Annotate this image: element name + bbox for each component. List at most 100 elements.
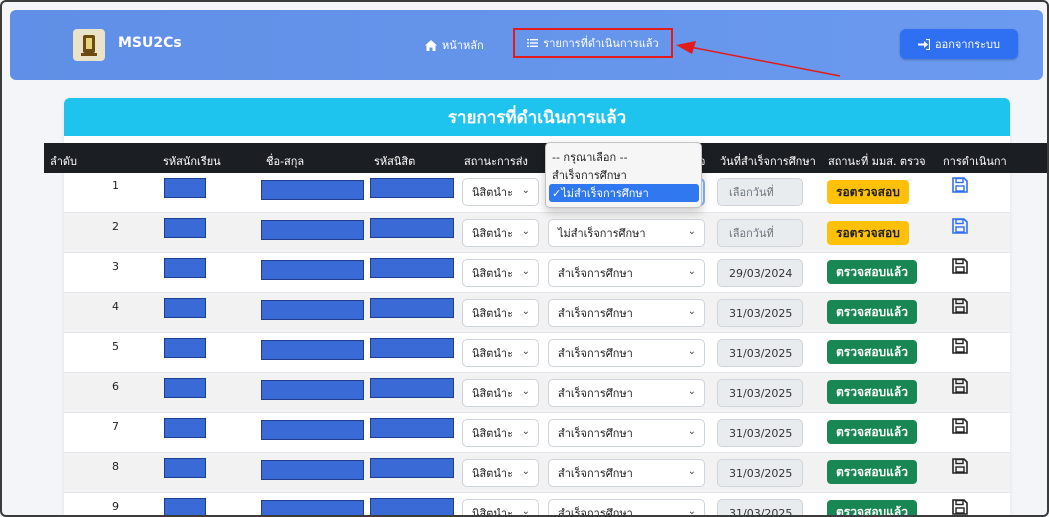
- redacted-university-id: [370, 418, 454, 438]
- redacted-fullname: [261, 460, 364, 480]
- redacted-student-id: [164, 218, 206, 238]
- redacted-fullname: [261, 420, 364, 440]
- row-index: 8: [112, 460, 119, 473]
- status-badge: ตรวจสอบแล้ว: [827, 380, 917, 404]
- result-select[interactable]: สำเร็จการศึกษา ⌄: [548, 379, 705, 407]
- row-index: 5: [112, 340, 119, 353]
- floppy-disk-icon[interactable]: [952, 378, 968, 394]
- redacted-student-id: [164, 258, 206, 278]
- col-header-send-status: สถานะการส่ง: [464, 155, 528, 168]
- send-status-select[interactable]: นิสิตนำะ ⌄: [462, 459, 539, 487]
- chevron-down-icon: ⌄: [521, 426, 530, 437]
- card-title: รายการที่ดำเนินการแล้ว: [64, 98, 1010, 136]
- chevron-down-icon: ⌄: [521, 185, 530, 196]
- dropdown-option-placeholder[interactable]: -- กรุณาเลือก --: [552, 148, 628, 166]
- result-select[interactable]: ไม่สำเร็จการศึกษา ⌄: [548, 219, 705, 247]
- chevron-down-icon: ⌄: [687, 226, 696, 237]
- result-value: สำเร็จการศึกษา: [558, 427, 633, 440]
- status-badge: รอตรวจสอบ: [827, 180, 909, 204]
- dropdown-option-label: ไม่สำเร็จการศึกษา: [561, 187, 649, 200]
- floppy-disk-icon[interactable]: [952, 298, 968, 314]
- redacted-university-id: [370, 258, 454, 278]
- send-status-value: นิสิตนำะ: [472, 227, 513, 240]
- redacted-fullname: [261, 340, 364, 360]
- dropdown-option-graduated[interactable]: สำเร็จการศึกษา: [552, 166, 627, 184]
- graduation-date-input[interactable]: 31/03/2025: [717, 419, 803, 447]
- chevron-down-icon: ⌄: [687, 386, 696, 397]
- chevron-down-icon: ⌄: [687, 306, 696, 317]
- result-select[interactable]: สำเร็จการศึกษา ⌄: [548, 299, 705, 327]
- send-status-select[interactable]: นิสิตนำะ ⌄: [462, 419, 539, 447]
- brand-name[interactable]: MSU2Cs: [118, 35, 182, 51]
- logout-icon: [918, 38, 931, 50]
- floppy-disk-icon[interactable]: [952, 338, 968, 354]
- status-badge: ตรวจสอบแล้ว: [827, 300, 917, 324]
- graduation-date-input[interactable]: เลือกวันที่: [717, 219, 803, 247]
- graduation-date-input[interactable]: 29/03/2024: [717, 259, 803, 287]
- redacted-student-id: [164, 458, 206, 478]
- university-logo[interactable]: [73, 29, 105, 61]
- floppy-disk-icon[interactable]: [952, 218, 968, 234]
- graduation-date-input[interactable]: 31/03/2025: [717, 379, 803, 407]
- floppy-disk-icon[interactable]: [952, 418, 968, 434]
- dropdown-option-not-graduated[interactable]: ✓ ไม่สำเร็จการศึกษา: [549, 184, 699, 202]
- col-header-university-id: รหัสนิสิต: [374, 155, 416, 168]
- send-status-select[interactable]: นิสิตนำะ ⌄: [462, 499, 539, 517]
- result-value: สำเร็จการศึกษา: [558, 467, 633, 480]
- col-header-student-id: รหัสนักเรียน: [163, 155, 221, 168]
- graduation-date-input[interactable]: 31/03/2025: [717, 499, 803, 515]
- chevron-down-icon: ⌄: [521, 346, 530, 357]
- row-index: 1: [112, 179, 119, 192]
- result-value: สำเร็จการศึกษา: [558, 387, 633, 400]
- nav-done-list-link[interactable]: รายการที่ดำเนินการแล้ว: [513, 28, 673, 58]
- chevron-down-icon: ⌄: [687, 506, 696, 517]
- logout-label: ออกจากระบบ: [935, 38, 1000, 51]
- status-badge: ตรวจสอบแล้ว: [827, 420, 917, 444]
- result-dropdown-menu: -- กรุณาเลือก -- สำเร็จการศึกษา ✓ ไม่สำเ…: [545, 142, 702, 208]
- floppy-disk-icon[interactable]: [952, 258, 968, 274]
- floppy-disk-icon[interactable]: [952, 458, 968, 474]
- redacted-university-id: [370, 498, 454, 515]
- redacted-fullname: [261, 500, 364, 515]
- chevron-down-icon: ⌄: [687, 426, 696, 437]
- logout-button[interactable]: ออกจากระบบ: [900, 29, 1018, 59]
- send-status-value: นิสิตนำะ: [472, 387, 513, 400]
- navbar: MSU2Cs หน้าหลัก รายการที่ดำเนินการแล้ว อ…: [10, 10, 1043, 80]
- send-status-select[interactable]: นิสิตนำะ ⌄: [462, 178, 539, 206]
- floppy-disk-icon[interactable]: [952, 177, 968, 193]
- result-select[interactable]: สำเร็จการศึกษา ⌄: [548, 259, 705, 287]
- redacted-student-id: [164, 378, 206, 398]
- redacted-fullname: [261, 260, 364, 280]
- redacted-student-id: [164, 298, 206, 318]
- list-icon: [527, 39, 539, 47]
- chevron-down-icon: ⌄: [521, 466, 530, 477]
- nav-home-link[interactable]: หน้าหลัก: [425, 36, 484, 54]
- graduation-date-input[interactable]: เลือกวันที่: [717, 178, 803, 206]
- graduation-date-input[interactable]: 31/03/2025: [717, 339, 803, 367]
- result-select[interactable]: สำเร็จการศึกษา ⌄: [548, 419, 705, 447]
- row-index: 3: [112, 260, 119, 273]
- nav-done-label: รายการที่ดำเนินการแล้ว: [543, 37, 659, 50]
- send-status-select[interactable]: นิสิตนำะ ⌄: [462, 259, 539, 287]
- result-value: สำเร็จการศึกษา: [558, 347, 633, 360]
- result-value: สำเร็จการศึกษา: [558, 267, 633, 280]
- chevron-down-icon: ⌄: [521, 226, 530, 237]
- redacted-university-id: [370, 298, 454, 318]
- send-status-select[interactable]: นิสิตนำะ ⌄: [462, 219, 539, 247]
- floppy-disk-icon[interactable]: [952, 499, 968, 515]
- send-status-select[interactable]: นิสิตนำะ ⌄: [462, 339, 539, 367]
- status-badge: รอตรวจสอบ: [827, 221, 909, 245]
- send-status-select[interactable]: นิสิตนำะ ⌄: [462, 379, 539, 407]
- result-select[interactable]: สำเร็จการศึกษา ⌄: [548, 499, 705, 517]
- result-select[interactable]: สำเร็จการศึกษา ⌄: [548, 459, 705, 487]
- send-status-value: นิสิตนำะ: [472, 186, 513, 199]
- graduation-date-input[interactable]: 31/03/2025: [717, 299, 803, 327]
- result-select[interactable]: สำเร็จการศึกษา ⌄: [548, 339, 705, 367]
- graduation-date-input[interactable]: 31/03/2025: [717, 459, 803, 487]
- redacted-university-id: [370, 178, 454, 198]
- send-status-select[interactable]: นิสิตนำะ ⌄: [462, 299, 539, 327]
- redacted-fullname: [261, 220, 364, 240]
- send-status-value: นิสิตนำะ: [472, 507, 513, 517]
- redacted-student-id: [164, 498, 206, 515]
- row-index: 9: [112, 500, 119, 513]
